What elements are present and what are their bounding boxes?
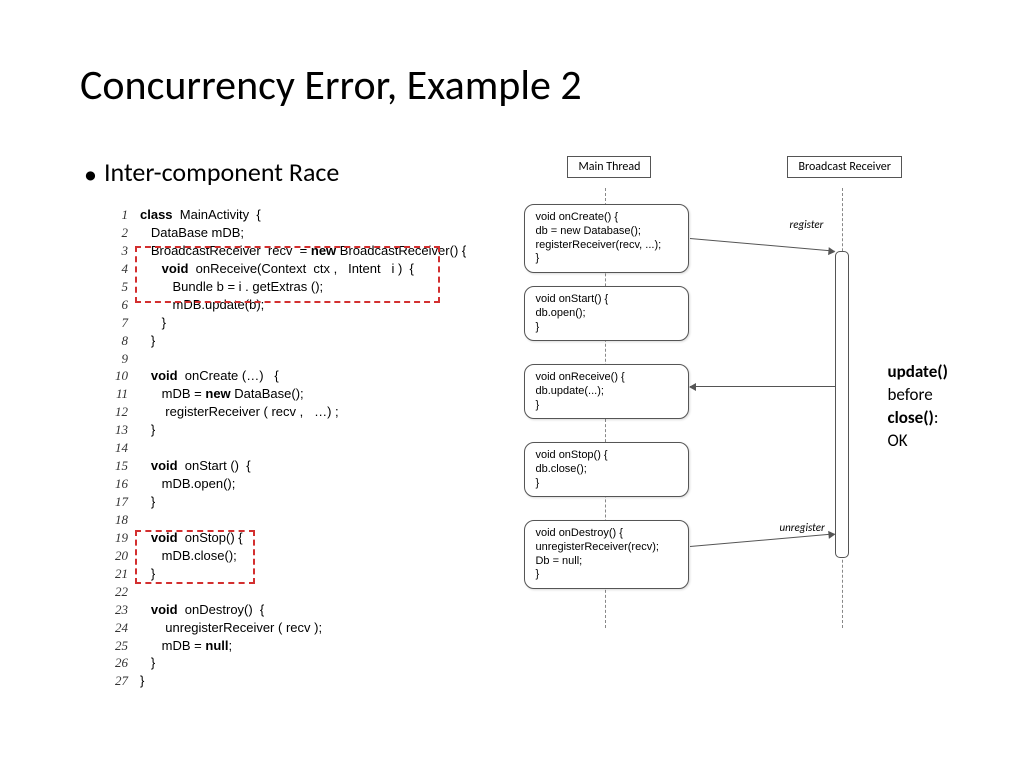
lifeline-header-receiver: Broadcast Receiver [787, 156, 901, 178]
box-onstart: void onStart() { db.open(); } [524, 286, 689, 341]
box-oncreate: void onCreate() { db = new Database(); r… [524, 204, 689, 273]
bullet-item: Inter-component Race [80, 156, 492, 188]
arrow-register [690, 238, 835, 252]
activation-receiver [835, 251, 849, 558]
sequence-diagram: Main Thread Broadcast Receiver void onCr… [512, 156, 974, 636]
label-unregister: unregister [777, 521, 826, 534]
box-onstop: void onStop() { db.close(); } [524, 442, 689, 497]
slide-title: Concurrency Error, Example 2 [80, 60, 974, 111]
label-register: register [787, 218, 825, 231]
lifeline-header-main: Main Thread [567, 156, 651, 178]
box-onreceive: void onReceive() { db.update(...); } [524, 364, 689, 419]
side-note: update() before close(): OK [887, 361, 947, 453]
arrow-unregister [690, 533, 835, 547]
box-ondestroy: void onDestroy() { unregisterReceiver(re… [524, 520, 689, 589]
code-listing: 1class MainActivity { 2 DataBase mDB; 3 … [80, 206, 492, 690]
arrow-onreceive [690, 386, 835, 387]
